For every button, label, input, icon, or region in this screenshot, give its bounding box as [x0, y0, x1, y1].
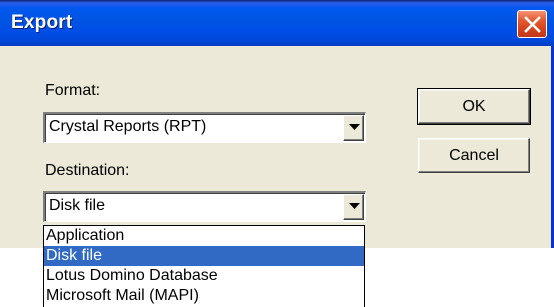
export-dialog: Export Format: Crystal Reports (RPT) Des… — [0, 0, 554, 248]
destination-value: Disk file — [49, 197, 106, 214]
destination-dropdown-button[interactable] — [343, 194, 364, 220]
format-label: Format: — [45, 82, 101, 99]
format-select[interactable]: Crystal Reports (RPT) — [43, 112, 366, 143]
destination-select[interactable]: Disk file — [43, 191, 366, 222]
dropdown-option-application[interactable]: Application — [44, 226, 364, 246]
format-dropdown-button[interactable] — [343, 115, 364, 141]
cancel-button-label: Cancel — [449, 147, 499, 164]
close-icon — [524, 16, 541, 33]
dropdown-option-disk-file[interactable]: Disk file — [44, 246, 364, 266]
screen: Export Format: Crystal Reports (RPT) Des… — [0, 0, 554, 307]
ok-button-label: OK — [462, 98, 486, 115]
close-button[interactable] — [517, 10, 547, 38]
title-bar[interactable]: Export — [0, 0, 554, 46]
ok-button[interactable]: OK — [417, 88, 531, 125]
chevron-down-icon — [349, 124, 360, 130]
destination-label: Destination: — [45, 162, 130, 179]
dialog-title: Export — [11, 12, 73, 33]
cancel-button[interactable]: Cancel — [418, 138, 530, 173]
chevron-down-icon — [349, 203, 360, 209]
dropdown-option-lotus-domino-database[interactable]: Lotus Domino Database — [44, 266, 364, 286]
destination-dropdown-list[interactable]: Application Disk file Lotus Domino Datab… — [43, 225, 365, 307]
format-value: Crystal Reports (RPT) — [49, 118, 207, 135]
dropdown-option-microsoft-mail[interactable]: Microsoft Mail (MAPI) — [44, 286, 364, 306]
